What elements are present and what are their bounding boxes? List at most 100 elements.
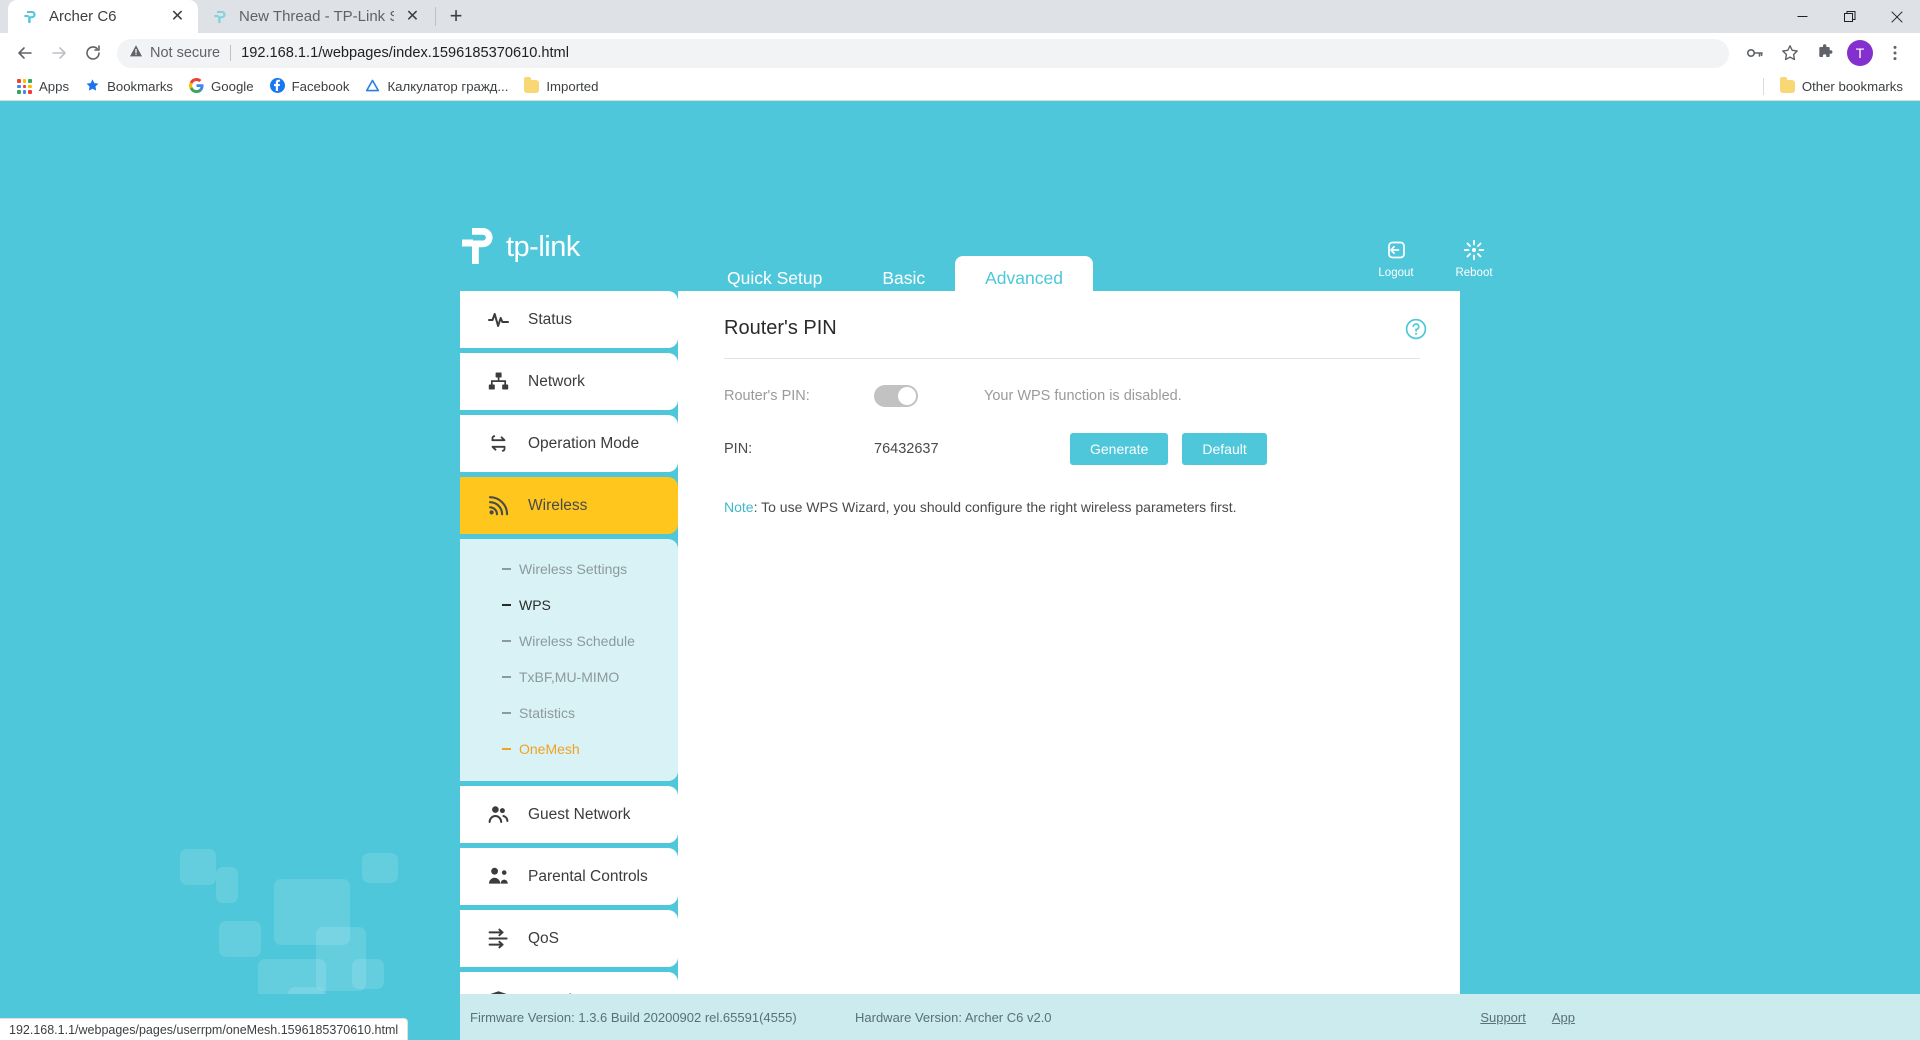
swap-arrows-icon (488, 433, 509, 454)
avatar-initial: T (1847, 40, 1873, 66)
app-link[interactable]: App (1552, 1010, 1575, 1025)
logout-label: Logout (1378, 267, 1414, 279)
new-tab-button[interactable]: + (440, 0, 472, 32)
back-arrow-icon[interactable] (9, 37, 41, 69)
router-pin-toggle-row: Router's PIN: Your WPS function is disab… (724, 385, 1426, 407)
decor-square (352, 959, 384, 989)
tplink-logo-icon (462, 228, 493, 264)
other-bookmarks-label: Other bookmarks (1801, 79, 1903, 94)
bookmark-facebook[interactable]: Facebook (262, 75, 358, 99)
generate-button[interactable]: Generate (1070, 433, 1169, 465)
browser-tab-2[interactable]: New Thread - TP-Link SOHO Co ✕ (198, 0, 433, 33)
hardware-version: Hardware Version: Archer C6 v2.0 (855, 1009, 1052, 1025)
submenu-item-statistics[interactable]: Statistics (460, 695, 678, 731)
sidebar-item-label: Wireless (528, 496, 588, 514)
dash-icon (502, 712, 511, 714)
sidebar-item-operation-mode[interactable]: Operation Mode (460, 415, 678, 472)
extensions-icon[interactable] (1809, 37, 1841, 69)
sidebar-menu: Status Network Operation Mode Wireless W… (460, 291, 678, 1038)
submenu-item-label: TxBF,MU-MIMO (519, 669, 620, 685)
profile-avatar[interactable]: T (1844, 37, 1876, 69)
bookmark-label: Facebook (291, 79, 350, 94)
forward-arrow-icon[interactable] (43, 37, 75, 69)
sidebar-item-label: Status (528, 310, 572, 328)
sidebar-item-network[interactable]: Network (460, 353, 678, 410)
close-icon[interactable]: ✕ (168, 7, 187, 26)
reboot-label: Reboot (1455, 267, 1493, 279)
arrows-flow-icon (488, 928, 509, 949)
dash-icon (502, 604, 511, 606)
sidebar-item-label: Parental Controls (528, 867, 648, 885)
sidebar-item-status[interactable]: Status (460, 291, 678, 348)
admin-shell: Status Network Operation Mode Wireless W… (460, 291, 1460, 1038)
bookmark-apps[interactable]: Apps (9, 76, 77, 97)
router-pin-label: Router's PIN: (724, 388, 810, 404)
submenu-item-wireless-settings[interactable]: Wireless Settings (460, 551, 678, 587)
submenu-item-wireless-schedule[interactable]: Wireless Schedule (460, 623, 678, 659)
bookmark-imported[interactable]: Imported (516, 76, 606, 97)
sidebar-item-parental-controls[interactable]: Parental Controls (460, 848, 678, 905)
not-secure-badge[interactable]: Not secure (129, 44, 220, 62)
bookmark-calculator[interactable]: Калкулатор гражд... (357, 75, 516, 99)
submenu-item-wps[interactable]: WPS (460, 587, 678, 623)
dash-icon (502, 748, 511, 750)
pin-row: PIN: 76432637 Generate Default (724, 433, 1426, 465)
decor-square (216, 867, 238, 903)
window-controls (1779, 0, 1920, 33)
note-text: Note: To use WPS Wizard, you should conf… (724, 499, 1426, 515)
key-icon[interactable] (1739, 37, 1771, 69)
logout-button[interactable]: Logout (1372, 239, 1420, 279)
maximize-icon[interactable] (1826, 0, 1873, 33)
tplink-icon (212, 8, 230, 26)
parent-child-icon (488, 866, 509, 887)
reboot-button[interactable]: Reboot (1450, 239, 1498, 279)
star-icon[interactable] (1774, 37, 1806, 69)
other-bookmarks-group: Other bookmarks (1762, 76, 1911, 97)
bookmarks-bar: Apps Bookmarks Google Facebook Калкулато… (0, 73, 1920, 101)
bookmark-label: Imported (546, 79, 599, 94)
address-bar[interactable]: Not secure 192.168.1.1/webpages/index.15… (117, 38, 1729, 68)
note-body: : To use WPS Wizard, you should configur… (753, 499, 1237, 515)
sidebar-item-qos[interactable]: QoS (460, 910, 678, 967)
browser-window: Archer C6 ✕ New Thread - TP-Link SOHO Co… (0, 0, 1920, 1040)
close-icon[interactable]: ✕ (403, 7, 422, 26)
folder-icon (524, 77, 540, 93)
sidebar-item-guest-network[interactable]: Guest Network (460, 786, 678, 843)
browser-tab-1[interactable]: Archer C6 ✕ (8, 0, 198, 33)
firmware-version: Firmware Version: 1.3.6 Build 20200902 r… (470, 1009, 797, 1025)
url-text: 192.168.1.1/webpages/index.1596185370610… (241, 45, 569, 61)
bookmark-bookmarks[interactable]: Bookmarks (77, 75, 181, 99)
close-window-icon[interactable] (1873, 0, 1920, 33)
router-pin-toggle[interactable] (874, 385, 918, 407)
tab-title: New Thread - TP-Link SOHO Co (239, 8, 394, 25)
content-panel: Router's PIN Router's PIN: Your WPS func… (678, 291, 1460, 1038)
sidebar-item-label: QoS (528, 929, 560, 947)
wifi-signal-icon (488, 495, 509, 516)
dash-icon (502, 568, 511, 570)
reboot-icon (1463, 239, 1485, 264)
dash-icon (502, 676, 511, 678)
decor-square (362, 853, 398, 883)
pin-value: 76432637 (874, 441, 939, 457)
note-prefix: Note (724, 499, 754, 515)
sidebar-item-wireless[interactable]: Wireless (460, 477, 678, 534)
submenu-item-txbf-mumimo[interactable]: TxBF,MU-MIMO (460, 659, 678, 695)
bookmark-google[interactable]: Google (181, 75, 262, 99)
warning-triangle-icon (129, 44, 143, 62)
default-button[interactable]: Default (1182, 433, 1267, 465)
bookmark-label: Apps (39, 79, 70, 94)
submenu-item-onemesh[interactable]: OneMesh (460, 731, 678, 767)
logout-icon (1385, 239, 1407, 264)
minimize-icon[interactable] (1779, 0, 1826, 33)
question-circle-icon[interactable] (1405, 318, 1427, 345)
chrome-menu-icon[interactable] (1879, 37, 1911, 69)
security-label: Not secure (150, 45, 221, 61)
wps-status-text: Your WPS function is disabled. (984, 388, 1182, 404)
decor-square (219, 921, 261, 957)
sidebar-item-label: Operation Mode (528, 434, 640, 452)
reload-icon[interactable] (77, 37, 109, 69)
other-bookmarks-button[interactable]: Other bookmarks (1772, 76, 1911, 97)
submenu-item-label: OneMesh (519, 741, 580, 757)
support-link[interactable]: Support (1480, 1010, 1526, 1025)
header-actions: Logout Reboot (1372, 239, 1498, 279)
